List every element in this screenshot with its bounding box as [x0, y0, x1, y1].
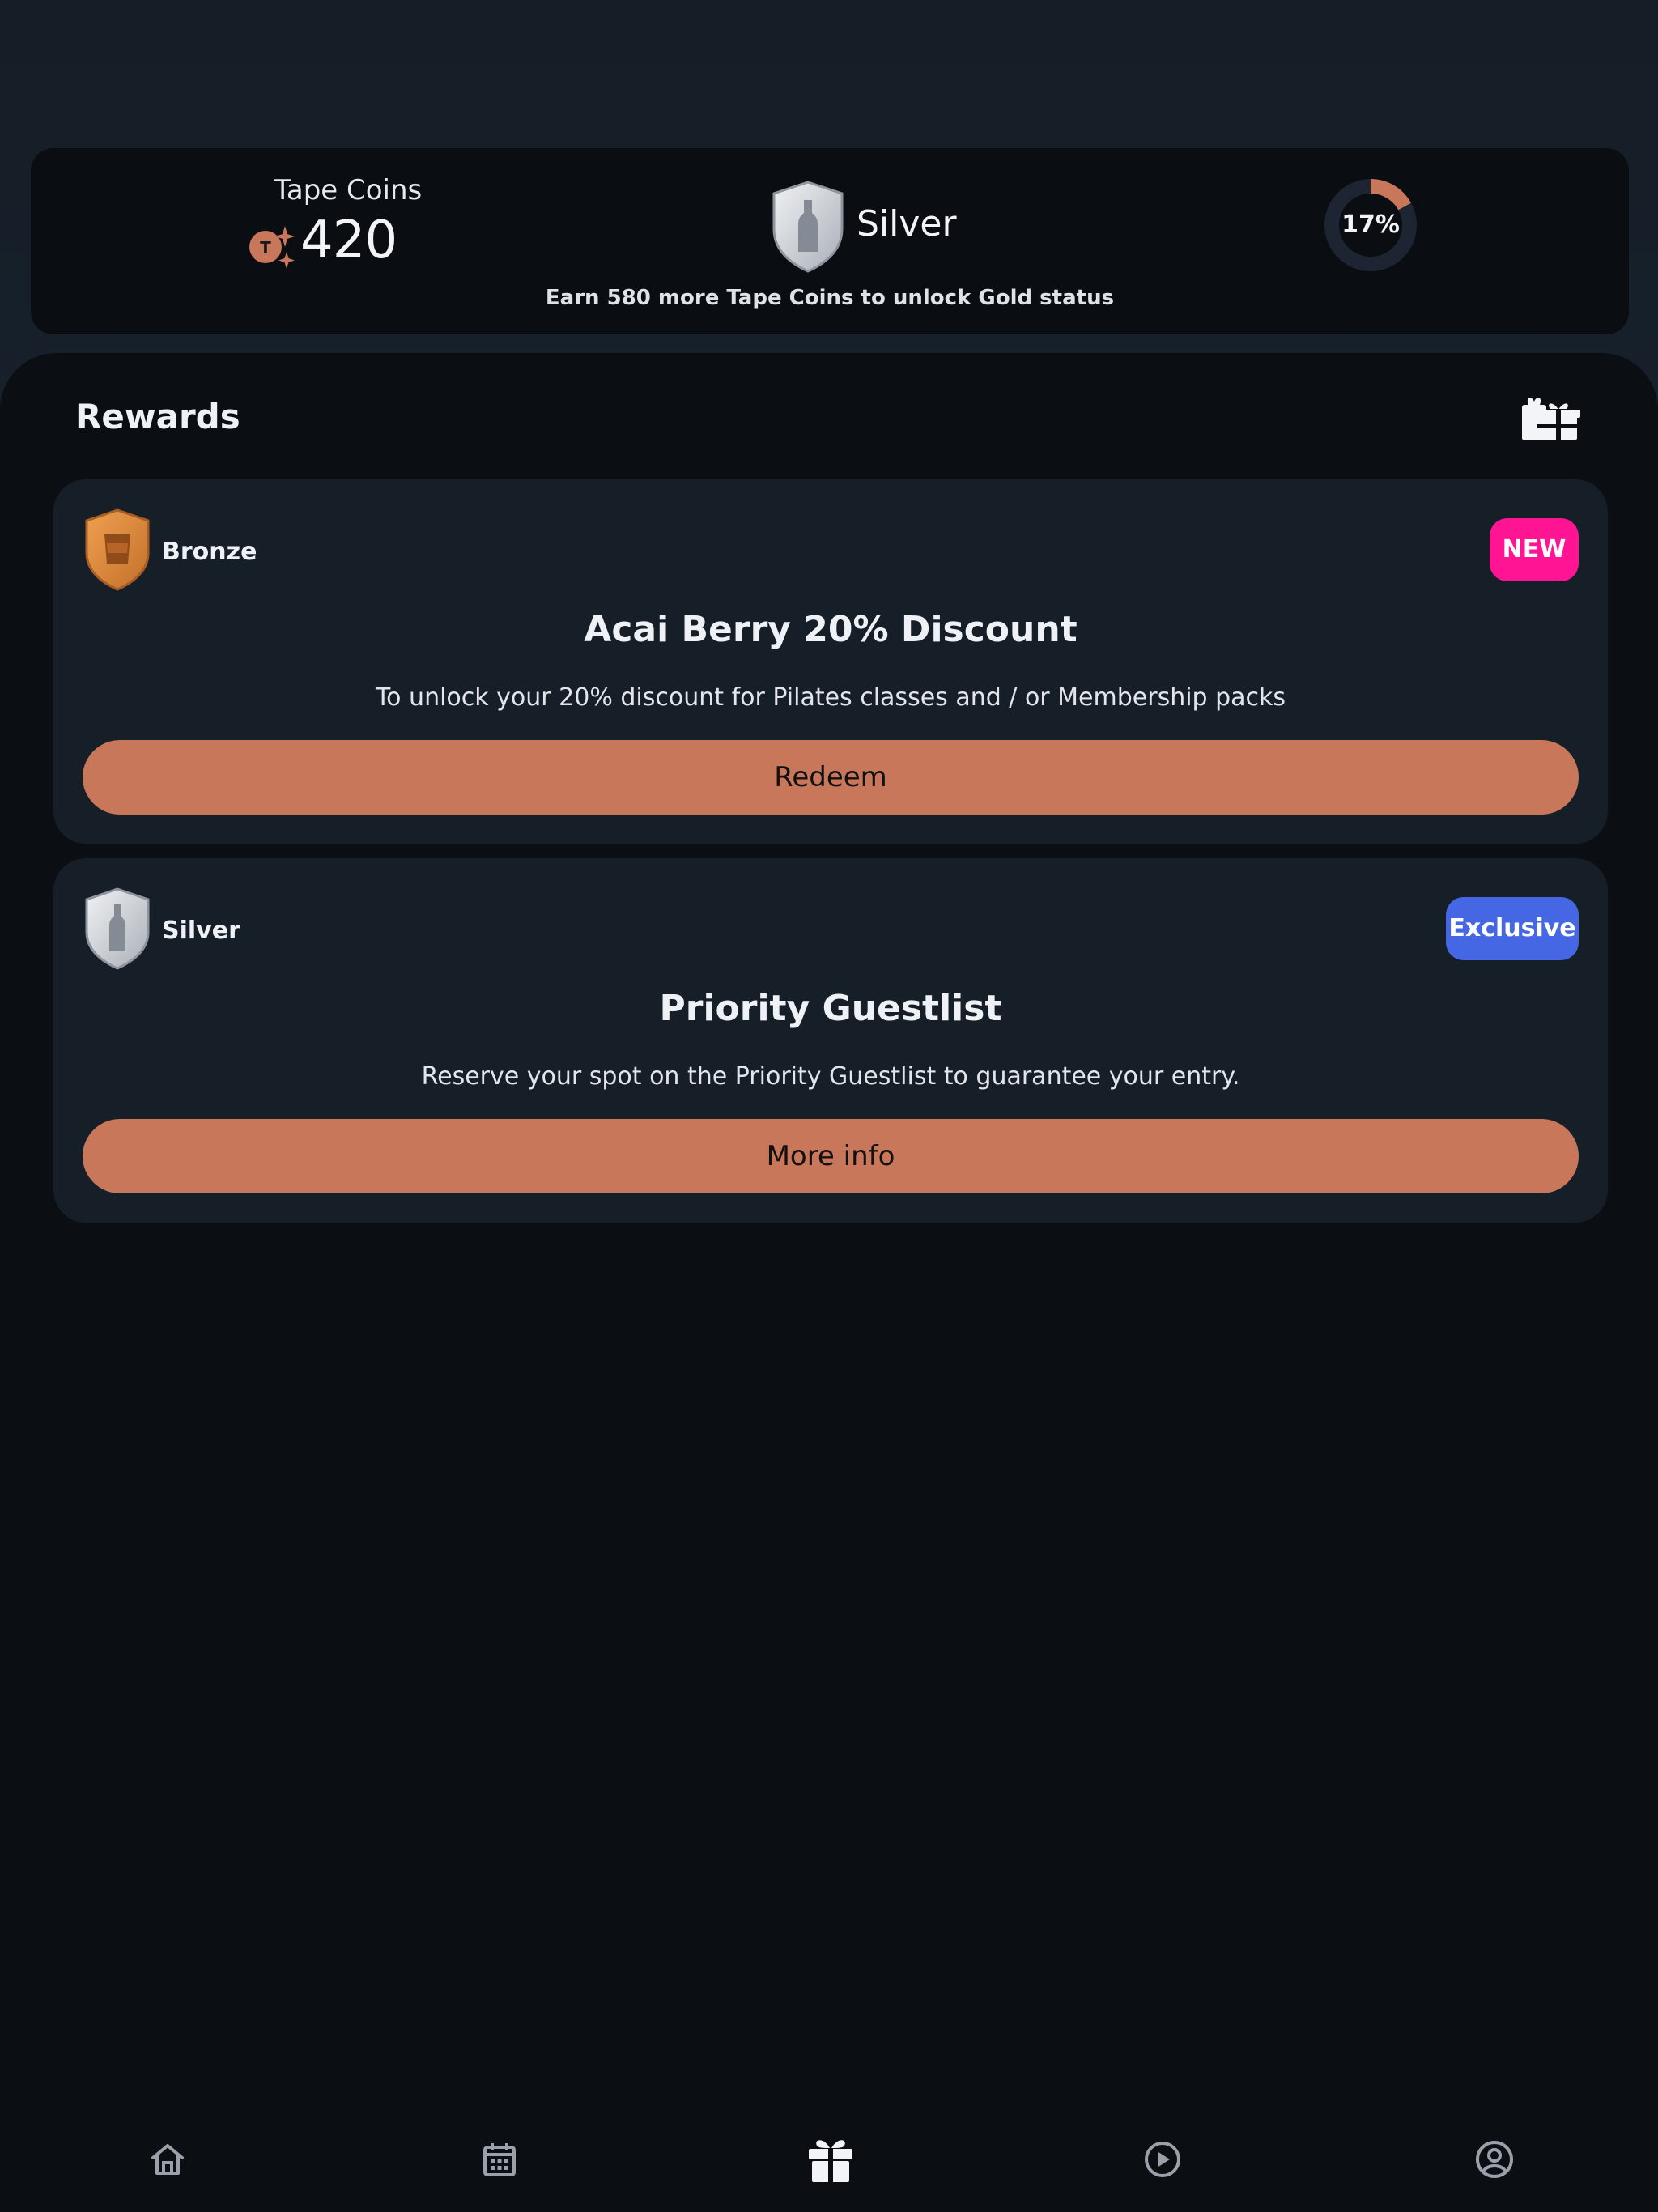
reward-title: Acai Berry 20% Discount: [584, 609, 1078, 650]
redeem-button[interactable]: Redeem: [83, 740, 1579, 815]
silver-shield-icon: [85, 887, 150, 970]
home-icon: [151, 2144, 184, 2175]
reward-description: To unlock your 20% discount for Pilates …: [375, 683, 1286, 712]
exclusive-badge: Exclusive: [1446, 897, 1579, 960]
account-circle-icon: [1476, 2141, 1513, 2178]
reward-description: Reserve your spot on the Priority Guestl…: [421, 1062, 1240, 1091]
calendar-icon: [483, 2143, 516, 2176]
rewards-heading: Rewards: [75, 397, 240, 436]
nav-rewards[interactable]: [794, 2123, 867, 2196]
reward-card: Silver Exclusive Priority Guestlist Rese…: [53, 858, 1608, 1223]
nav-home[interactable]: [131, 2123, 204, 2196]
nav-calendar[interactable]: [463, 2123, 536, 2196]
silver-shield-icon: [772, 181, 844, 273]
tier-unlock-message: Earn 580 more Tape Coins to unlock Gold …: [545, 286, 1115, 310]
bronze-shield-icon: [85, 508, 150, 591]
nav-videos[interactable]: [1126, 2123, 1199, 2196]
rewards-panel: Rewards Bronze NEW Acai Berry 20% Discou…: [0, 353, 1658, 2212]
coins-label: Tape Coins: [274, 174, 423, 206]
gifts-icon[interactable]: [1520, 393, 1580, 442]
reward-tier-label: Silver: [162, 917, 240, 945]
current-tier: Silver: [857, 203, 957, 245]
reward-card: Bronze NEW Acai Berry 20% Discount To un…: [53, 479, 1608, 844]
coins-balance: 420: [300, 211, 397, 270]
new-badge: NEW: [1490, 518, 1579, 581]
bottom-navigation: [0, 2105, 1658, 2212]
svg-text:T: T: [260, 238, 271, 257]
nav-profile[interactable]: [1458, 2123, 1531, 2196]
gift-icon: [809, 2140, 852, 2182]
tape-coin-icon: T: [249, 226, 295, 269]
play-circle-icon: [1145, 2142, 1180, 2177]
more-info-button[interactable]: More info: [83, 1119, 1579, 1193]
reward-title: Priority Guestlist: [659, 988, 1002, 1029]
loyalty-status-card: Tape Coins T 420 Silver 17% Earn 580 mor…: [31, 148, 1629, 334]
tier-progress-label: 17%: [1341, 211, 1400, 239]
reward-tier-label: Bronze: [162, 538, 257, 566]
